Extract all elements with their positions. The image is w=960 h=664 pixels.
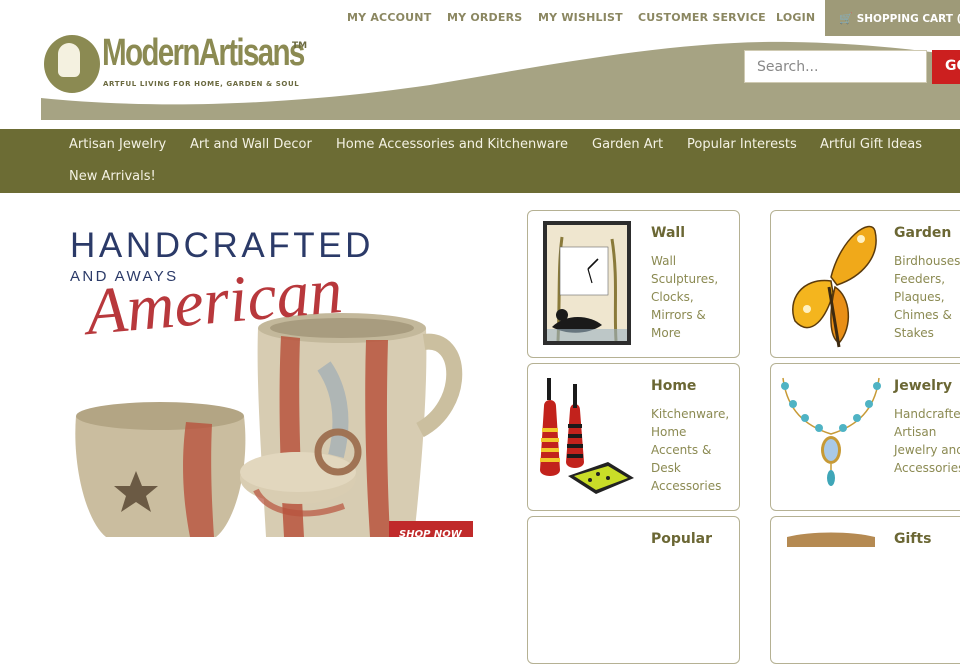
- search-input[interactable]: [744, 50, 927, 83]
- shop-now-button[interactable]: SHOP NOW: [389, 521, 473, 537]
- card-title-gifts: Gifts: [894, 531, 932, 547]
- category-card-jewelry[interactable]: Jewelry Handcrafted Artisan Jewelry and …: [770, 363, 960, 511]
- logo-tagline: ARTFUL LIVING FOR HOME, GARDEN & SOUL: [103, 80, 300, 88]
- nav-item-artful-gift-ideas[interactable]: Artful Gift Ideas: [820, 137, 922, 152]
- category-card-gifts[interactable]: Gifts: [770, 516, 960, 664]
- category-card-wall[interactable]: Wall Wall Sculptures, Clocks, Mirrors & …: [527, 210, 740, 358]
- hero-banner[interactable]: HANDCRAFTED AND AWAYS American SHOP NOW: [66, 216, 486, 537]
- butterfly-image: [792, 225, 877, 348]
- card-desc-jewelry: Handcrafted Artisan Jewelry and Accessor…: [894, 407, 960, 475]
- category-card-home[interactable]: Home Kitchenware, Home Accents & Desk Ac…: [527, 363, 740, 511]
- kitchenware-image: [540, 378, 634, 494]
- nav-item-art-wall-decor[interactable]: Art and Wall Decor: [190, 137, 312, 152]
- card-title-popular: Popular: [651, 531, 713, 547]
- card-title-jewelry: Jewelry: [894, 378, 952, 394]
- category-card-garden[interactable]: Garden Birdhouses, Feeders, Plaques, Chi…: [770, 210, 960, 358]
- card-desc-wall: Wall Sculptures, Clocks, Mirrors & More: [651, 254, 719, 340]
- search-go-button[interactable]: GO: [932, 50, 960, 84]
- gifts-image: [787, 532, 875, 547]
- main-nav: Artisan Jewelry Art and Wall Decor Home …: [0, 129, 960, 193]
- wall-clock-image: [543, 221, 631, 345]
- card-desc-garden: Birdhouses, Feeders, Plaques, Chimes & S…: [894, 254, 960, 340]
- card-title-wall: Wall: [651, 225, 685, 241]
- necklace-image: [781, 377, 881, 486]
- card-title-garden: Garden: [894, 225, 952, 241]
- category-card-popular[interactable]: Popular: [527, 516, 740, 664]
- card-title-home: Home: [651, 378, 697, 394]
- nav-item-garden-art[interactable]: Garden Art: [592, 137, 663, 152]
- nav-item-artisan-jewelry[interactable]: Artisan Jewelry: [69, 137, 166, 152]
- card-desc-home: Kitchenware, Home Accents & Desk Accesso…: [651, 407, 730, 493]
- nav-item-new-arrivals[interactable]: New Arrivals!: [69, 169, 156, 184]
- logo-emblem-icon: [44, 35, 100, 93]
- logo-trademark: TM: [292, 41, 308, 51]
- nav-item-home-accessories[interactable]: Home Accessories and Kitchenware: [336, 137, 568, 152]
- logo-wordmark: ModernArtisans: [102, 32, 305, 74]
- nav-item-popular-interests[interactable]: Popular Interests: [687, 137, 797, 152]
- site-logo[interactable]: ModernArtisans TM ARTFUL LIVING FOR HOME…: [44, 32, 308, 96]
